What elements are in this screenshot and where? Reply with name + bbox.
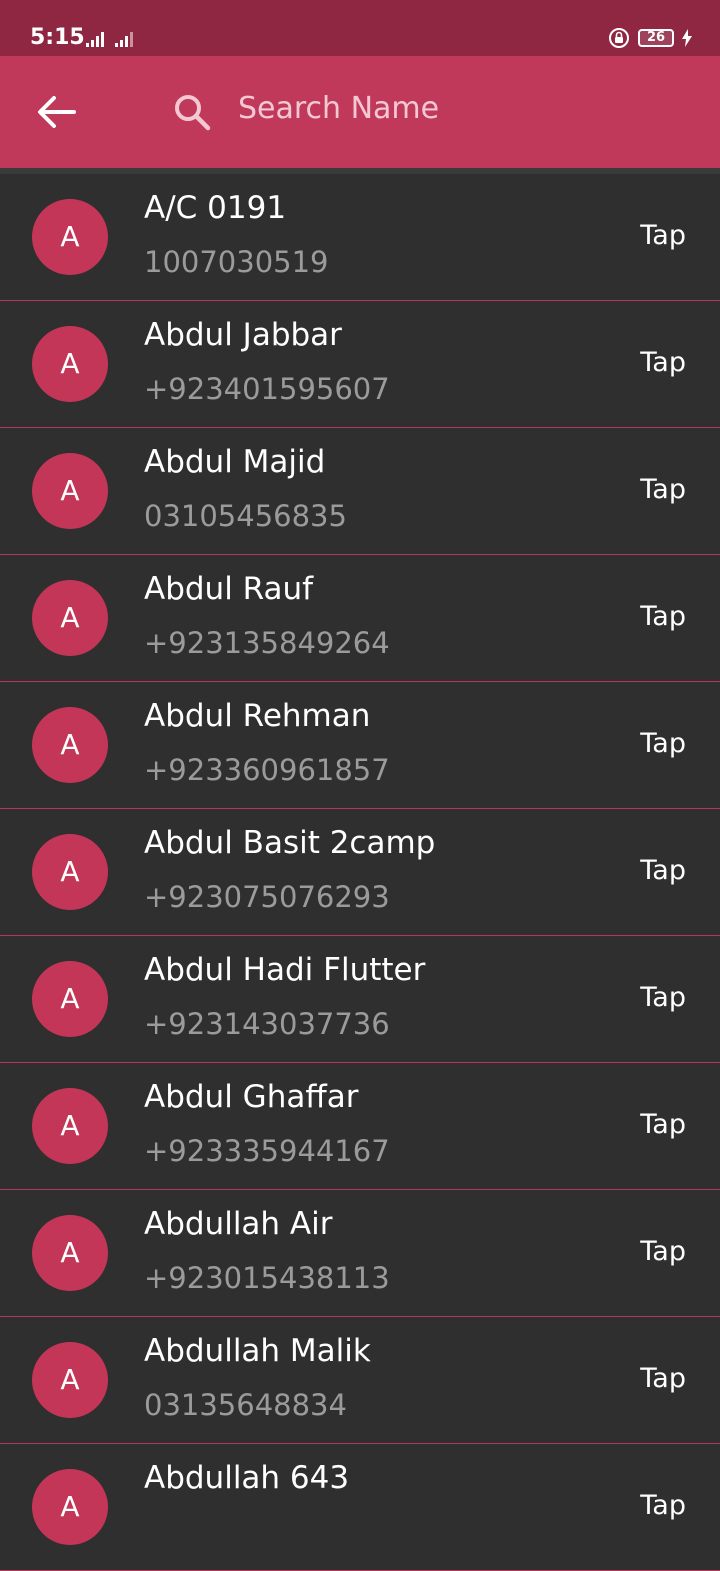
contact-name: Abdullah 643	[144, 1460, 350, 1496]
tap-button[interactable]: Tap	[640, 345, 686, 381]
contact-name: Abdul Rauf	[144, 571, 314, 607]
list-item[interactable]: A Abdul Majid 03105456835 Tap	[0, 428, 720, 555]
contact-phone: +923015438113	[144, 1261, 390, 1295]
contact-phone: 1007030519	[144, 245, 329, 279]
avatar: A	[32, 707, 108, 783]
list-item[interactable]: A A/C 0191 1007030519 Tap	[0, 174, 720, 301]
tap-button[interactable]: Tap	[640, 1234, 686, 1270]
avatar: A	[32, 834, 108, 910]
avatar: A	[32, 1342, 108, 1418]
avatar: A	[32, 580, 108, 656]
status-time: 5:15	[30, 25, 85, 50]
signal-icon-2	[115, 32, 133, 47]
list-item[interactable]: A Abdullah Malik 03135648834 Tap	[0, 1317, 720, 1444]
list-item[interactable]: A Abdul Jabbar +923401595607 Tap	[0, 301, 720, 428]
contact-name: Abdul Majid	[144, 444, 326, 480]
contact-name: Abdul Jabbar	[144, 317, 342, 353]
avatar: A	[32, 1469, 108, 1545]
contact-phone: +923401595607	[144, 372, 390, 406]
signal-icon	[86, 32, 104, 47]
tap-button[interactable]: Tap	[640, 853, 686, 889]
list-item[interactable]: A Abdullah Air +923015438113 Tap	[0, 1190, 720, 1317]
contact-phone: +923360961857	[144, 753, 390, 787]
contact-phone: +923143037736	[144, 1007, 390, 1041]
list-item[interactable]: A Abdul Rauf +923135849264 Tap	[0, 555, 720, 682]
tap-button[interactable]: Tap	[640, 1107, 686, 1143]
contact-name: Abdul Basit 2camp	[144, 825, 436, 861]
avatar: A	[32, 1088, 108, 1164]
battery-level: 26	[646, 30, 666, 45]
contact-phone: +923335944167	[144, 1134, 390, 1168]
tap-button[interactable]: Tap	[640, 726, 686, 762]
contact-name: Abdul Hadi Flutter	[144, 952, 426, 988]
back-arrow-icon[interactable]	[36, 94, 76, 130]
avatar: A	[32, 961, 108, 1037]
status-icons: 26	[608, 26, 692, 50]
contact-name: Abdullah Air	[144, 1206, 333, 1242]
avatar: A	[32, 453, 108, 529]
avatar: A	[32, 1215, 108, 1291]
list-item[interactable]: A Abdullah 643 Tap	[0, 1444, 720, 1571]
contact-name: A/C 0191	[144, 190, 287, 226]
search-icon	[175, 95, 211, 131]
tap-button[interactable]: Tap	[640, 1488, 686, 1524]
app-bar	[0, 56, 720, 168]
charging-icon	[682, 29, 692, 47]
status-bar: 5:15 26	[0, 0, 720, 56]
battery-icon: 26	[638, 29, 674, 47]
search-input[interactable]	[238, 84, 678, 132]
list-item[interactable]: A Abdul Hadi Flutter +923143037736 Tap	[0, 936, 720, 1063]
list-item[interactable]: A Abdul Basit 2camp +923075076293 Tap	[0, 809, 720, 936]
tap-button[interactable]: Tap	[640, 218, 686, 254]
contact-phone: +923075076293	[144, 880, 390, 914]
contact-name: Abdul Rehman	[144, 698, 371, 734]
list-item[interactable]: A Abdul Rehman +923360961857 Tap	[0, 682, 720, 809]
contact-list: A A/C 0191 1007030519 Tap A Abdul Jabbar…	[0, 168, 720, 1571]
tap-button[interactable]: Tap	[640, 472, 686, 508]
tap-button[interactable]: Tap	[640, 1361, 686, 1397]
avatar: A	[32, 199, 108, 275]
contact-phone: +923135849264	[144, 626, 390, 660]
contact-name: Abdullah Malik	[144, 1333, 371, 1369]
list-item[interactable]: A Abdul Ghaffar +923335944167 Tap	[0, 1063, 720, 1190]
avatar: A	[32, 326, 108, 402]
tap-button[interactable]: Tap	[640, 599, 686, 635]
contact-phone: 03105456835	[144, 499, 347, 533]
contact-phone: 03135648834	[144, 1388, 347, 1422]
contact-name: Abdul Ghaffar	[144, 1079, 359, 1115]
rotation-lock-icon	[609, 28, 629, 48]
tap-button[interactable]: Tap	[640, 980, 686, 1016]
